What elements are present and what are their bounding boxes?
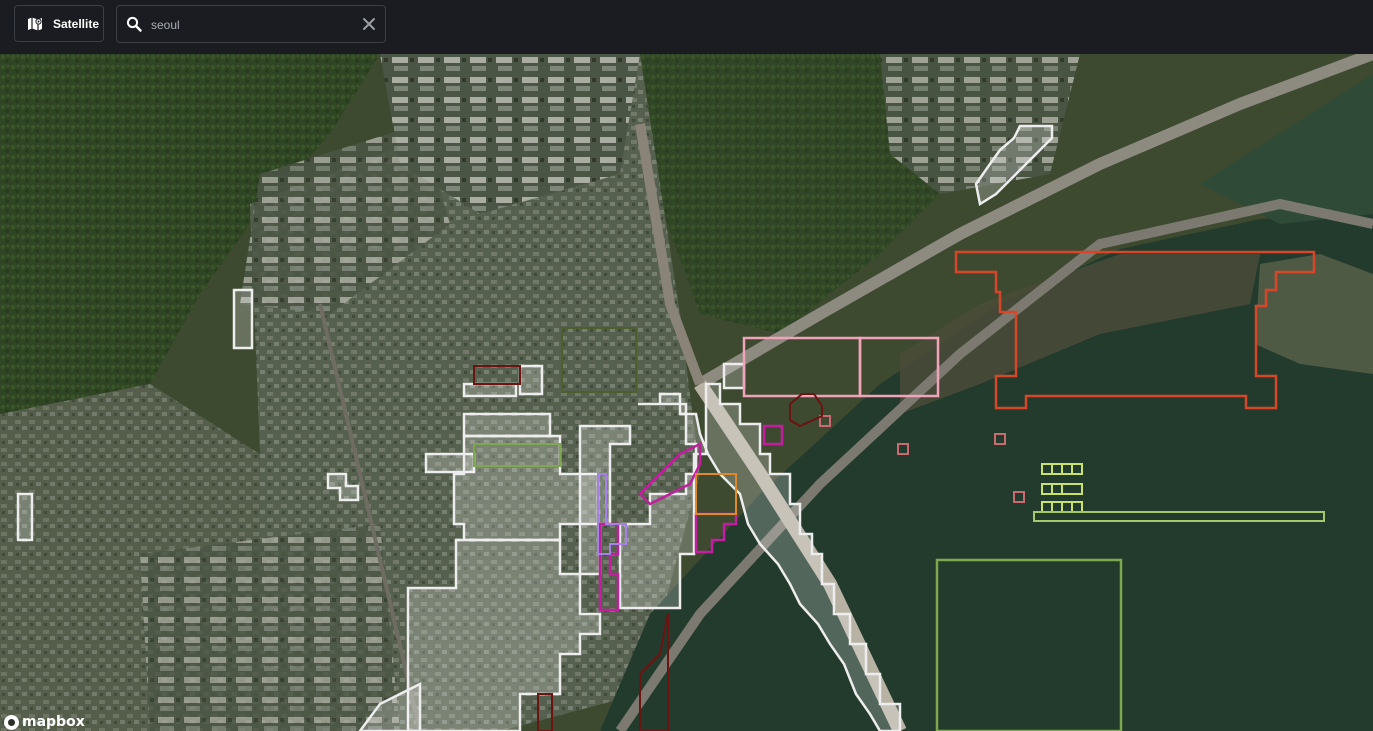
map-icon: [26, 15, 44, 33]
search-box[interactable]: [116, 5, 386, 43]
apartment-blocks-south: [140, 524, 400, 731]
mapbox-wordmark: mapbox: [22, 714, 85, 730]
footprint[interactable]: [722, 362, 746, 390]
mapbox-attribution[interactable]: mapbox: [4, 713, 85, 731]
map-style-label: Satellite: [53, 16, 100, 31]
footprint[interactable]: [462, 382, 518, 398]
search-input[interactable]: [149, 14, 353, 36]
footprint[interactable]: [462, 412, 552, 438]
search-icon: [126, 16, 142, 32]
mapbox-logo-icon: [4, 714, 19, 730]
footprint[interactable]: [16, 492, 34, 542]
satellite-map[interactable]: [0, 54, 1373, 731]
close-icon[interactable]: [362, 17, 376, 31]
map-canvas[interactable]: [0, 54, 1373, 731]
top-toolbar: Satellite: [0, 0, 1373, 54]
map-style-button[interactable]: Satellite: [14, 5, 104, 42]
footprint[interactable]: [518, 364, 544, 396]
footprint[interactable]: [232, 288, 254, 350]
